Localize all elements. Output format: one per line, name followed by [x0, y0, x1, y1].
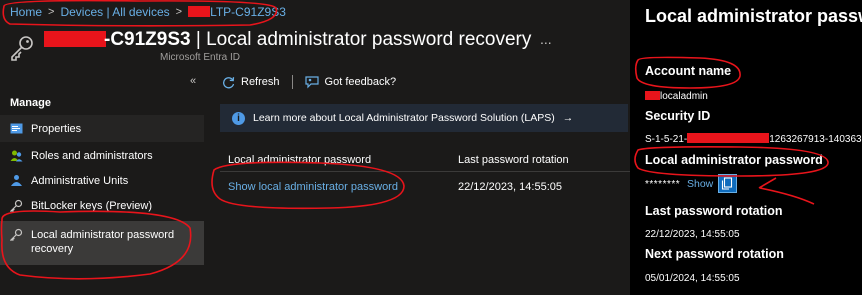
next-rotation-label: Next password rotation — [645, 247, 784, 261]
sidebar-item-label: Roles and administrators — [31, 150, 153, 162]
sidebar-item-administrative-units[interactable]: Administrative Units — [0, 167, 204, 192]
key-icon — [10, 199, 23, 212]
collapse-sidebar-button[interactable]: « — [190, 75, 196, 87]
admin-units-icon — [11, 175, 22, 186]
breadcrumb-device[interactable]: LTP-C91Z9S3 — [188, 5, 286, 19]
table-row: Show local administrator password 22/12/… — [220, 172, 630, 202]
redaction-mark — [44, 31, 106, 47]
security-id-label: Security ID — [645, 109, 711, 123]
last-rotation-label: Last password rotation — [645, 204, 783, 218]
copy-icon — [721, 177, 733, 190]
password-table: Local administrator password Last passwo… — [220, 148, 630, 202]
key-icon — [11, 36, 33, 61]
rotation-cell: 22/12/2023, 14:55:05 — [458, 181, 562, 193]
table-header: Local administrator password Last passwo… — [220, 148, 630, 172]
breadcrumb: Home > Devices | All devices > LTP-C91Z9… — [10, 5, 286, 19]
sidebar-item-label: BitLocker keys (Preview) — [31, 200, 153, 212]
show-password-link[interactable]: Show local administrator password — [228, 181, 398, 193]
sidebar-section-manage: Manage — [10, 97, 51, 109]
portal-blade: Home > Devices | All devices > LTP-C91Z9… — [0, 0, 630, 295]
toolbar-divider — [291, 75, 293, 89]
breadcrumb-home[interactable]: Home — [10, 5, 42, 19]
sidebar-item-laps-recovery[interactable]: Local administrator password recovery — [0, 221, 204, 265]
feedback-icon — [304, 75, 319, 88]
sidebar-item-roles[interactable]: Roles and administrators — [0, 142, 204, 167]
security-id-value: S-1-5-21-1263267913-1403632429 — [645, 133, 862, 145]
sidebar-item-label: Administrative Units — [31, 175, 129, 187]
sidebar-item-label: Local administrator password recovery — [31, 229, 175, 255]
last-rotation-value: 22/12/2023, 14:55:05 — [645, 229, 740, 240]
properties-icon — [10, 123, 23, 134]
password-masked-value: ******** — [645, 179, 681, 190]
sidebar-item-properties[interactable]: Properties — [0, 115, 204, 142]
roles-icon — [10, 150, 23, 162]
column-header-password[interactable]: Local administrator password — [220, 154, 458, 166]
chevron-right-icon: > — [175, 6, 183, 18]
breadcrumb-devices[interactable]: Devices | All devices — [60, 5, 169, 19]
refresh-label: Refresh — [241, 76, 280, 88]
laps-info-link[interactable]: Learn more about Local Administrator Pas… — [253, 112, 555, 124]
next-rotation-value: 05/01/2024, 14:55:05 — [645, 273, 740, 284]
show-password-button[interactable]: Show — [687, 178, 713, 190]
sidebar-item-bitlocker-keys[interactable]: BitLocker keys (Preview) — [0, 192, 204, 217]
redaction-mark — [687, 133, 770, 143]
laps-info-banner[interactable]: i Learn more about Local Administrator P… — [220, 104, 628, 132]
password-label: Local administrator password — [645, 153, 823, 167]
redaction-mark — [645, 91, 660, 100]
page-title-suffix: | Local administrator password recovery — [190, 29, 532, 50]
column-header-rotation[interactable]: Last password rotation — [458, 154, 628, 166]
copy-password-button[interactable] — [718, 174, 737, 193]
redaction-mark — [188, 6, 211, 17]
feedback-label: Got feedback? — [324, 76, 397, 88]
account-name-value: localadmin — [645, 91, 708, 102]
info-icon: i — [232, 111, 245, 125]
page-subtitle: Microsoft Entra ID — [160, 52, 241, 63]
refresh-icon — [223, 76, 235, 88]
account-name-label: Account name — [645, 64, 732, 78]
arrow-right-icon: → — [562, 112, 574, 124]
detail-title: Local administrator passw — [645, 6, 862, 26]
sidebar-item-label: Properties — [31, 123, 82, 135]
chevron-right-icon: > — [48, 6, 55, 18]
page-title: -C91Z9S3 | Local administrator password … — [44, 29, 531, 51]
key-icon — [10, 228, 23, 241]
password-detail-panel: Local administrator passw Account name l… — [630, 0, 862, 295]
sidebar-nav: Properties Roles and administrators Admi… — [0, 115, 204, 265]
device-hostname: -C91Z9S3 — [104, 29, 191, 50]
refresh-button[interactable]: Refresh — [222, 76, 280, 89]
more-options-button[interactable]: ... — [540, 31, 552, 47]
command-bar: Refresh Got feedback? — [222, 75, 396, 89]
feedback-button[interactable]: Got feedback? — [304, 75, 397, 89]
